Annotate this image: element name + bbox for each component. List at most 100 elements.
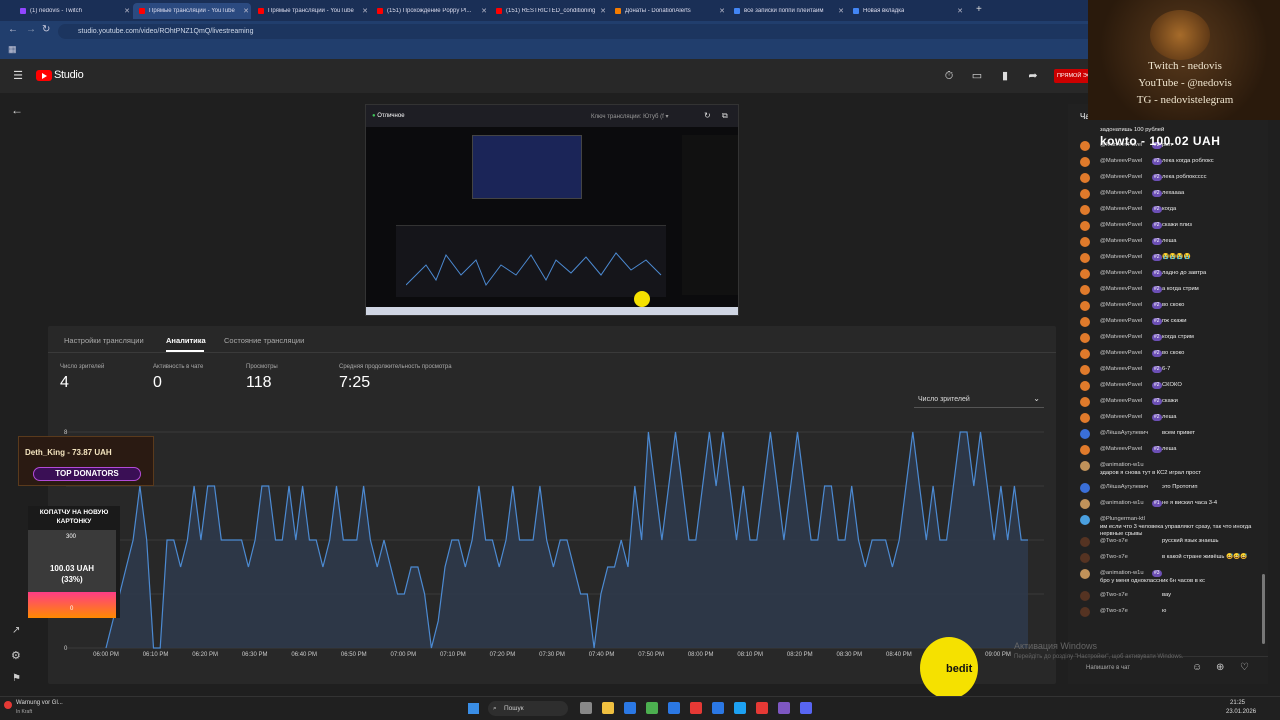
chat-text: скажи [1162, 398, 1178, 404]
bookmark-icon[interactable]: ▮ [998, 69, 1012, 83]
chat-text: лека когда роблокс [1162, 158, 1214, 164]
tab-stream-health[interactable]: Состояние трансляции [224, 336, 304, 345]
chat-avatar [1080, 607, 1090, 617]
member-badge: #2 [1152, 334, 1162, 341]
preview-stream-key: Ключ трансляции: Ютуб (f ▾ [591, 114, 669, 120]
watermark-brand: bedit [946, 663, 973, 675]
share-icon[interactable]: ➦ [1026, 69, 1040, 83]
taskbar-app-icon[interactable] [778, 702, 790, 714]
tab-close-icon[interactable]: ✕ [243, 7, 249, 15]
tab-stream-settings[interactable]: Настройки трансляции [64, 336, 144, 345]
new-tab-button[interactable]: + [976, 4, 982, 15]
browser-tab[interactable]: Новая вкладка ✕ [847, 3, 965, 19]
heart-icon[interactable]: ♡ [1240, 662, 1249, 673]
x-tick-label: 07:30 PM [539, 652, 565, 658]
preview-refresh-icon[interactable]: ↻ [704, 111, 711, 120]
broadcast-icon[interactable]: ▭ [970, 69, 984, 83]
warning-icon[interactable] [4, 701, 12, 709]
top-donators-widget: Deth_King - 73.87 UAH TOP DONATORS [18, 436, 154, 486]
tab-close-icon[interactable]: ✕ [719, 7, 725, 15]
back-arrow-icon[interactable]: ← [11, 103, 23, 117]
chat-avatar [1080, 397, 1090, 407]
chat-avatar [1080, 553, 1090, 563]
goal-max: 300 [66, 534, 77, 540]
x-tick-label: 06:10 PM [142, 652, 169, 658]
stream-preview[interactable]: ● Отличное Ключ трансляции: Ютуб (f ▾ ↻ … [365, 104, 739, 316]
taskbar-app-icon[interactable] [756, 702, 768, 714]
goal-bar-fill [28, 591, 116, 618]
chat-author: @MatveevPavel [1100, 318, 1143, 324]
hamburger-menu-icon[interactable]: ☰ [11, 69, 25, 83]
chat-avatar [1080, 221, 1090, 231]
taskbar-app-icon[interactable] [646, 702, 658, 714]
external-link-icon[interactable]: ↗ [12, 625, 20, 636]
goal-min: 0 [70, 606, 74, 612]
taskbar-search[interactable]: ⌕ Пошук [488, 701, 568, 716]
chat-avatar [1080, 205, 1090, 215]
member-badge: #2 [1152, 350, 1162, 357]
taskbar-app-icon[interactable] [602, 702, 614, 714]
overlay-line-youtube: YouTube - @nedovis [1138, 77, 1232, 89]
settings-gear-icon[interactable]: ⚙ [11, 649, 21, 662]
tab-close-icon[interactable]: ✕ [362, 7, 368, 15]
back-icon[interactable]: ← [8, 24, 18, 35]
metric-views-label: Просмотры [246, 364, 278, 370]
live-chat: Чат задонатишь 100 рублей @MatveevPavel #… [1068, 104, 1268, 684]
chat-avatar [1080, 413, 1090, 423]
preview-nested-chart-line [406, 252, 662, 287]
windows-start-icon[interactable] [468, 703, 479, 714]
browser-tab[interactable]: все записки поппи плейтайм ✕ [728, 3, 846, 19]
browser-tab[interactable]: (1) nedovis - Twitch ✕ [14, 3, 132, 19]
preview-quality-badge: ● Отличное [372, 113, 405, 119]
member-badge: #2 [1152, 398, 1162, 405]
chat-avatar [1080, 269, 1090, 279]
goal-amount: 100.03 UAH [49, 564, 95, 573]
chat-text: леша [1162, 414, 1177, 420]
taskbar-app-icon[interactable] [690, 702, 702, 714]
chat-author: @Two-s7e [1100, 608, 1128, 614]
metric-dropdown[interactable]: Число зрителей ⌄ [914, 392, 1044, 408]
emoji-icon[interactable]: ☺ [1192, 662, 1202, 673]
timer-icon[interactable]: ⏱ [942, 69, 956, 83]
taskbar-app-icon[interactable] [624, 702, 636, 714]
tab-close-icon[interactable]: ✕ [481, 7, 487, 15]
add-icon[interactable]: ⊕ [1216, 662, 1224, 673]
taskbar-app-icon[interactable] [712, 702, 724, 714]
browser-tab[interactable]: Донаты - DonationAlerts ✕ [609, 3, 727, 19]
reload-icon[interactable]: ↻ [42, 24, 50, 35]
warning-sub: In Kraft [16, 709, 33, 715]
tab-label: Новая вкладка [863, 8, 905, 14]
tab-close-icon[interactable]: ✕ [124, 7, 130, 15]
tab-close-icon[interactable]: ✕ [957, 7, 963, 15]
taskbar-app-icon[interactable] [668, 702, 680, 714]
member-badge: #2 [1152, 286, 1162, 293]
x-tick-label: 07:00 PM [390, 652, 417, 658]
forward-icon[interactable]: → [26, 24, 36, 35]
preview-toolbar [366, 105, 738, 127]
chat-text: во скоко [1162, 350, 1185, 356]
chat-text: леша [1162, 446, 1177, 452]
browser-tab[interactable]: Прямые трансляции - YouTube ✕ [252, 3, 370, 19]
taskbar-app-icon[interactable] [800, 702, 812, 714]
x-tick-label: 06:40 PM [291, 652, 318, 658]
taskbar-search-label: Пошук [504, 705, 524, 712]
tab-close-icon[interactable]: ✕ [838, 7, 844, 15]
taskbar-app-icon[interactable] [734, 702, 746, 714]
chat-input-row: Напишите в чат ☺ ⊕ ♡ [1068, 656, 1268, 684]
feedback-icon[interactable]: ⚑ [12, 673, 21, 684]
preview-copy-icon[interactable]: ⧉ [722, 111, 728, 121]
chat-input[interactable]: Напишите в чат [1086, 665, 1130, 671]
chat-scrollbar[interactable] [1262, 574, 1265, 644]
browser-tab[interactable]: (151) RESTRICTED_conditioning ✕ [490, 3, 608, 19]
tab-analytics[interactable]: Аналитика [166, 336, 206, 345]
url-input[interactable]: studio.youtube.com/video/ROhtPNZ1QmQ/liv… [58, 24, 1218, 39]
tab-close-icon[interactable]: ✕ [600, 7, 606, 15]
chat-author: @ЛёшаАугулевич [1100, 430, 1149, 436]
browser-tab[interactable]: (151) Прохождение Poppy Pl... ✕ [371, 3, 489, 19]
taskbar-app-icon[interactable] [580, 702, 592, 714]
x-tick-label: 07:10 PM [440, 652, 466, 658]
x-tick-label: 07:40 PM [588, 652, 615, 658]
browser-tab[interactable]: Прямые трансляции - YouTube ✕ [133, 3, 251, 19]
apps-icon[interactable]: ▦ [8, 44, 17, 55]
x-tick-label: 07:20 PM [489, 652, 516, 658]
